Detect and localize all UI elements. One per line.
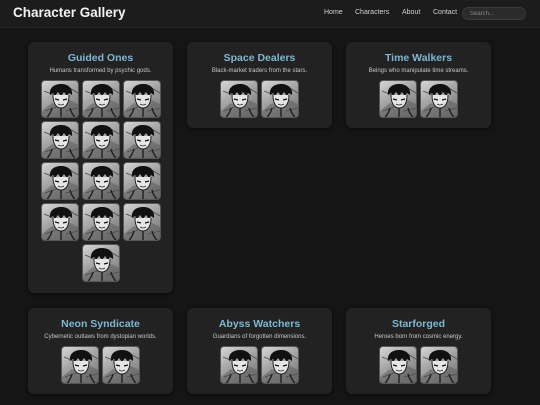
character-thumbnail[interactable]: [81, 203, 120, 241]
character-thumbnail[interactable]: [220, 80, 258, 118]
top-header: Character Gallery Home Characters About …: [0, 0, 540, 28]
group-title: Space Dealers: [223, 52, 296, 64]
character-thumbnail[interactable]: [40, 162, 79, 200]
group-description: Guardians of forgotten dimensions.: [212, 334, 307, 340]
group-title: Neon Syndicate: [61, 318, 140, 330]
group-card-neon-syndicate: Neon Syndicate Cybernetic outlaws from d…: [28, 308, 173, 394]
nav-about[interactable]: About: [402, 9, 420, 16]
character-thumbnail[interactable]: [261, 80, 299, 118]
character-thumbnail[interactable]: [61, 346, 99, 384]
nav-contact[interactable]: Contact: [433, 9, 457, 16]
group-title: Time Walkers: [384, 52, 453, 64]
character-thumbnail[interactable]: [122, 203, 161, 241]
character-thumbnail[interactable]: [81, 244, 120, 282]
character-thumbnail[interactable]: [81, 80, 120, 118]
character-thumbnail[interactable]: [379, 80, 417, 118]
search-input[interactable]: [462, 7, 526, 20]
group-card-time-walkers: Time Walkers Beings who manipulate time …: [346, 42, 491, 128]
character-thumbnail[interactable]: [220, 346, 258, 384]
character-thumbnail[interactable]: [420, 80, 458, 118]
character-thumbnail[interactable]: [379, 346, 417, 384]
site-title: Character Gallery: [13, 5, 126, 20]
group-description: Humans transformed by psychic gods.: [49, 68, 152, 74]
group-card-guided-ones: Guided Ones Humans transformed by psychi…: [28, 42, 173, 293]
character-thumbnail[interactable]: [81, 121, 120, 159]
group-title: Abyss Watchers: [218, 318, 301, 330]
character-thumbnail[interactable]: [40, 80, 79, 118]
character-thumbnail[interactable]: [102, 346, 140, 384]
character-thumbnail[interactable]: [40, 203, 79, 241]
group-title: Guided Ones: [67, 52, 134, 64]
group-title: Starforged: [391, 318, 446, 330]
group-card-space-dealers: Space Dealers Black-market traders from …: [187, 42, 332, 128]
character-thumbnail[interactable]: [261, 346, 299, 384]
group-description: Black-market traders from the stars.: [211, 68, 308, 74]
group-description: Cybernetic outlaws from dystopian worlds…: [44, 334, 157, 340]
character-thumbnail[interactable]: [122, 80, 161, 118]
group-description: Heroes born from cosmic energy.: [374, 334, 463, 340]
character-thumbnail[interactable]: [81, 162, 120, 200]
character-thumbnail[interactable]: [122, 162, 161, 200]
group-description: Beings who manipulate time streams.: [368, 68, 469, 74]
character-thumbnail[interactable]: [40, 121, 79, 159]
group-card-abyss-watchers: Abyss Watchers Guardians of forgotten di…: [187, 308, 332, 394]
character-thumbnail[interactable]: [122, 121, 161, 159]
nav-home[interactable]: Home: [324, 9, 343, 16]
nav-characters[interactable]: Characters: [355, 9, 389, 16]
character-thumbnail[interactable]: [420, 346, 458, 384]
group-card-starforged: Starforged Heroes born from cosmic energ…: [346, 308, 491, 394]
